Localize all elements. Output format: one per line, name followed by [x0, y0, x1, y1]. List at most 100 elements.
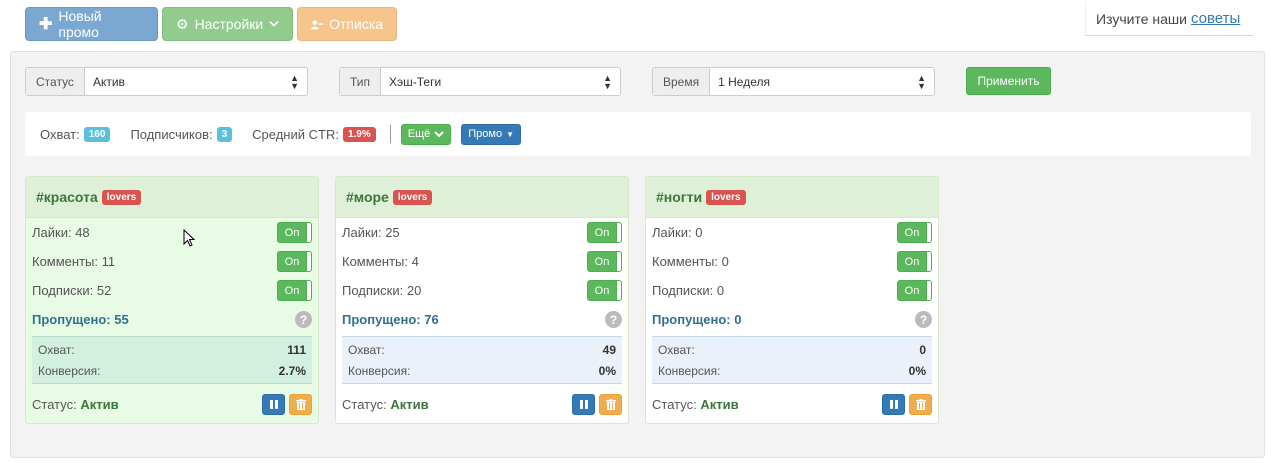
comments-row: Комменты: 0 On	[646, 247, 938, 276]
card-header: #красота lovers	[26, 177, 318, 218]
pause-icon	[579, 399, 588, 409]
card-tag: #красота	[36, 189, 98, 205]
likes-toggle[interactable]: On	[277, 222, 312, 243]
metrics-box: Охват: 111 Конверсия: 2.7%	[32, 336, 312, 384]
type-filter[interactable]: Тип Хэш-Теги ▲ ▼	[339, 67, 621, 96]
apply-button[interactable]: Применить	[966, 67, 1051, 95]
status-select-value: Актив	[92, 74, 125, 89]
likes-toggle[interactable]: On	[587, 222, 622, 243]
likes-row: Лайки: 25 On	[336, 218, 628, 247]
toggle-knob	[306, 281, 311, 300]
reach-value: 0	[919, 342, 926, 357]
reach-value: 49	[602, 342, 616, 357]
comments-row: Комменты: 4 On	[336, 247, 628, 276]
card-header: #ногти lovers	[646, 177, 938, 218]
likes-text: Лайки: 0	[652, 225, 703, 240]
toggle-label: On	[594, 226, 610, 239]
card-footer: Статус: Актив	[26, 384, 318, 423]
subscribers-label: Подписчиков:	[130, 126, 213, 142]
status-select[interactable]: Актив ▲ ▼	[85, 68, 307, 95]
reach-value: 111	[287, 342, 306, 357]
main-panel: Статус Актив ▲ ▼ Тип Хэш-Теги ▲ ▼ Время 1 …	[10, 51, 1265, 458]
skipped-row: Пропущено: 76 ?	[336, 305, 628, 334]
comments-toggle[interactable]: On	[587, 251, 622, 272]
new-promo-button[interactable]: ✚ Новый промо	[25, 7, 158, 41]
more-button[interactable]: Ещё	[400, 123, 452, 145]
card-tag-badge: lovers	[392, 189, 433, 205]
status-text: Статус: Актив	[652, 397, 739, 412]
reach-label: Охват:	[38, 342, 75, 357]
follows-text: Подписки: 20	[342, 283, 422, 298]
tips-link[interactable]: советы	[1191, 10, 1240, 27]
card-tag: #море	[346, 189, 389, 205]
skipped-text: Пропущено: 76	[342, 312, 439, 327]
toggle-knob	[926, 223, 931, 242]
promo-card: #море lovers Лайки: 25 On Комменты: 4 On…	[335, 176, 629, 424]
status-value: Актив	[80, 396, 119, 412]
help-icon[interactable]: ?	[915, 311, 932, 328]
pause-button[interactable]	[882, 393, 905, 415]
delete-button[interactable]	[289, 393, 312, 415]
reach-row: Охват: 49	[342, 339, 622, 360]
follows-row: Подписки: 52 On	[26, 276, 318, 305]
toggle-knob	[926, 252, 931, 271]
delete-button[interactable]	[599, 393, 622, 415]
follows-toggle[interactable]: On	[897, 280, 932, 301]
comments-toggle[interactable]: On	[897, 251, 932, 272]
toggle-label: On	[904, 284, 920, 297]
status-value: Актив	[700, 396, 739, 412]
unsubscribe-button[interactable]: Отписка	[297, 7, 397, 41]
time-filter[interactable]: Время 1 Неделя ▲ ▼	[652, 67, 935, 96]
tips-prefix: Изучите наши	[1096, 10, 1187, 27]
comments-toggle[interactable]: On	[277, 251, 312, 272]
card-tag: #ногти	[656, 189, 703, 205]
help-icon[interactable]: ?	[295, 311, 312, 328]
settings-button[interactable]: ⚙ Настройки	[162, 7, 293, 41]
promo-dropdown-button[interactable]: Промо ▼	[461, 123, 522, 145]
top-toolbar: ✚ Новый промо ⚙ Настройки Отписка	[25, 7, 397, 41]
follows-text: Подписки: 52	[32, 283, 112, 298]
time-select-value: 1 Неделя	[718, 74, 770, 89]
trash-icon	[295, 398, 306, 410]
conversion-row: Конверсия: 0%	[342, 360, 622, 381]
toggle-knob	[926, 281, 931, 300]
divider	[389, 125, 391, 143]
conversion-value: 2.7%	[278, 363, 306, 378]
time-select[interactable]: 1 Неделя ▲ ▼	[710, 68, 934, 95]
card-actions	[882, 393, 932, 415]
help-icon[interactable]: ?	[605, 311, 622, 328]
toggle-label: On	[284, 255, 300, 268]
user-remove-icon	[311, 19, 324, 29]
pause-icon	[269, 399, 278, 409]
delete-button[interactable]	[909, 393, 932, 415]
card-footer: Статус: Актив	[336, 384, 628, 423]
follows-toggle[interactable]: On	[587, 280, 622, 301]
toggle-label: On	[284, 226, 300, 239]
chevron-down-icon	[269, 20, 279, 27]
settings-label: Настройки	[194, 16, 264, 32]
pause-button[interactable]	[262, 393, 285, 415]
toggle-knob	[306, 223, 311, 242]
caret-down-icon: ▼	[506, 129, 515, 139]
ctr-label: Средний CTR:	[252, 126, 339, 142]
status-filter[interactable]: Статус Актив ▲ ▼	[25, 67, 308, 96]
metrics-box: Охват: 0 Конверсия: 0%	[652, 336, 932, 384]
follows-text: Подписки: 0	[652, 283, 725, 298]
conversion-value: 0%	[908, 363, 926, 378]
skipped-row: Пропущено: 0 ?	[646, 305, 938, 334]
likes-row: Лайки: 0 On	[646, 218, 938, 247]
comments-text: Комменты: 11	[32, 254, 116, 269]
follows-row: Подписки: 20 On	[336, 276, 628, 305]
conversion-value: 0%	[598, 363, 616, 378]
comments-row: Комменты: 11 On	[26, 247, 318, 276]
status-text: Статус: Актив	[32, 397, 119, 412]
likes-toggle[interactable]: On	[897, 222, 932, 243]
conversion-row: Конверсия: 0%	[652, 360, 932, 381]
follows-toggle[interactable]: On	[277, 280, 312, 301]
select-arrows-icon: ▲ ▼	[917, 72, 926, 91]
type-select[interactable]: Хэш-Теги ▲ ▼	[381, 68, 620, 95]
comments-text: Комменты: 4	[342, 254, 419, 269]
pause-button[interactable]	[572, 393, 595, 415]
unsubscribe-label: Отписка	[329, 16, 383, 32]
time-filter-label: Время	[653, 68, 711, 95]
